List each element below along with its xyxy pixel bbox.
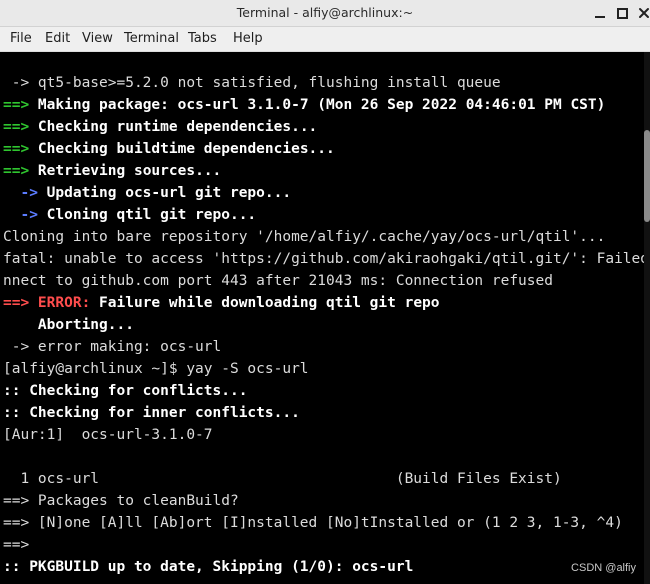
watermark: CSDN @alfiy bbox=[571, 562, 636, 574]
terminal-segment: Making package: ocs-url 3.1.0-7 (Mon 26 … bbox=[29, 97, 606, 113]
terminal-segment: ==> bbox=[3, 119, 30, 135]
terminal-segment: Updating ocs-url git repo... bbox=[37, 185, 292, 201]
minimize-button[interactable] bbox=[590, 3, 610, 23]
terminal-line: Aborting... bbox=[3, 314, 644, 336]
terminal-segment: -> bbox=[3, 207, 38, 223]
menu-view[interactable]: View bbox=[82, 27, 113, 51]
terminal-segment: ==> [N]one [A]ll [Ab]ort [I]nstalled [No… bbox=[3, 515, 623, 531]
terminal-line: [Aur:1] ocs-url-3.1.0-7 bbox=[3, 424, 644, 446]
terminal-segment: ==> Packages to cleanBuild? bbox=[3, 493, 239, 509]
terminal-segment: -> error making: ocs-url bbox=[3, 339, 222, 355]
terminal-segment: [Aur:1] ocs-url-3.1.0-7 bbox=[3, 427, 213, 443]
terminal-output[interactable]: -> qt5-base>=5.2.0 not satisfied, flushi… bbox=[0, 52, 650, 584]
terminal-line: ==> Packages to cleanBuild? bbox=[3, 490, 644, 512]
terminal-segment: :: Checking for conflicts... bbox=[3, 383, 248, 399]
terminal-line: ==> ERROR: Failure while downloading qti… bbox=[3, 292, 644, 314]
terminal-line: ==> [N]one [A]ll [Ab]ort [I]nstalled [No… bbox=[3, 512, 644, 534]
terminal-segment: ERROR: bbox=[29, 295, 91, 311]
terminal-line: Cloning into bare repository '/home/alfi… bbox=[3, 226, 644, 248]
terminal-segment: ==> bbox=[3, 295, 30, 311]
minimize-icon bbox=[595, 16, 605, 18]
terminal-segment: nnect to github.com port 443 after 21043… bbox=[3, 273, 553, 289]
close-icon bbox=[639, 8, 649, 18]
terminal-segment: -> bbox=[3, 185, 38, 201]
terminal-segment: Cloning into bare repository '/home/alfi… bbox=[3, 229, 606, 245]
terminal-segment: ==> bbox=[3, 97, 30, 113]
terminal-line: :: PKGBUILD up to date, Skipping (1/0): … bbox=[3, 556, 644, 578]
terminal-segment: Retrieving sources... bbox=[29, 163, 222, 179]
menu-terminal[interactable]: Terminal bbox=[124, 27, 179, 51]
menu-edit[interactable]: Edit bbox=[45, 27, 70, 51]
terminal-segment: fatal: unable to access 'https://github.… bbox=[3, 251, 650, 267]
menu-tabs[interactable]: Tabs bbox=[188, 27, 217, 51]
terminal-line: fatal: unable to access 'https://github.… bbox=[3, 248, 649, 270]
terminal-segment: Failure while downloading qtil git repo bbox=[90, 295, 440, 311]
terminal-line: ==> Making package: ocs-url 3.1.0-7 (Mon… bbox=[3, 94, 644, 116]
terminal-line: ==> Checking buildtime dependencies... bbox=[3, 138, 644, 160]
menu-file[interactable]: File bbox=[10, 27, 32, 51]
terminal-segment: :: PKGBUILD up to date, Skipping (1/0): … bbox=[3, 559, 414, 575]
terminal-line: :: Checking for conflicts... bbox=[3, 380, 644, 402]
terminal-segment: -> qt5-base>=5.2.0 not satisfied, flushi… bbox=[3, 75, 501, 91]
terminal-segment: Checking runtime dependencies... bbox=[29, 119, 318, 135]
terminal-segment: 1 ocs-url (Build Files Exist) bbox=[3, 471, 562, 487]
title-bar[interactable]: Terminal - alfiy@archlinux:~ bbox=[0, 0, 650, 27]
terminal-line: -> qt5-base>=5.2.0 not satisfied, flushi… bbox=[3, 72, 644, 94]
scrollbar-thumb[interactable] bbox=[644, 130, 650, 222]
terminal-line: nnect to github.com port 443 after 21043… bbox=[3, 270, 644, 292]
terminal-line: -> Updating ocs-url git repo... bbox=[3, 182, 644, 204]
terminal-segment: ==> bbox=[3, 141, 30, 157]
terminal-segment: ==> bbox=[3, 163, 30, 179]
menu-help[interactable]: Help bbox=[233, 27, 263, 51]
menu-bar: File Edit View Terminal Tabs Help bbox=[0, 27, 650, 52]
terminal-segment: [alfiy@archlinux ~]$ yay -S ocs-url bbox=[3, 361, 309, 377]
terminal-segment: Aborting... bbox=[3, 317, 134, 333]
terminal-line: -> error making: ocs-url bbox=[3, 336, 644, 358]
scrollbar[interactable] bbox=[644, 52, 650, 584]
terminal-line: -> Cloning qtil git repo... bbox=[3, 204, 644, 226]
terminal-line: :: Checking for inner conflicts... bbox=[3, 402, 644, 424]
terminal-line: 1 ocs-url (Build Files Exist) bbox=[3, 468, 644, 490]
terminal-window: Terminal - alfiy@archlinux:~ File Edit V… bbox=[0, 0, 650, 584]
maximize-button[interactable] bbox=[612, 3, 632, 23]
terminal-segment: Checking buildtime dependencies... bbox=[29, 141, 335, 157]
terminal-segment: ==> bbox=[3, 537, 30, 553]
maximize-icon bbox=[616, 7, 628, 19]
terminal-line: ==> Retrieving sources... bbox=[3, 160, 644, 182]
close-button[interactable] bbox=[634, 3, 650, 23]
terminal-text: -> qt5-base>=5.2.0 not satisfied, flushi… bbox=[3, 72, 649, 578]
terminal-line: [alfiy@archlinux ~]$ yay -S ocs-url bbox=[3, 358, 644, 380]
terminal-segment: Cloning qtil git repo... bbox=[37, 207, 257, 223]
terminal-segment: :: Checking for inner conflicts... bbox=[3, 405, 300, 421]
terminal-line: ==> bbox=[3, 534, 644, 556]
terminal-line: ==> Checking runtime dependencies... bbox=[3, 116, 644, 138]
window-title: Terminal - alfiy@archlinux:~ bbox=[236, 5, 414, 20]
